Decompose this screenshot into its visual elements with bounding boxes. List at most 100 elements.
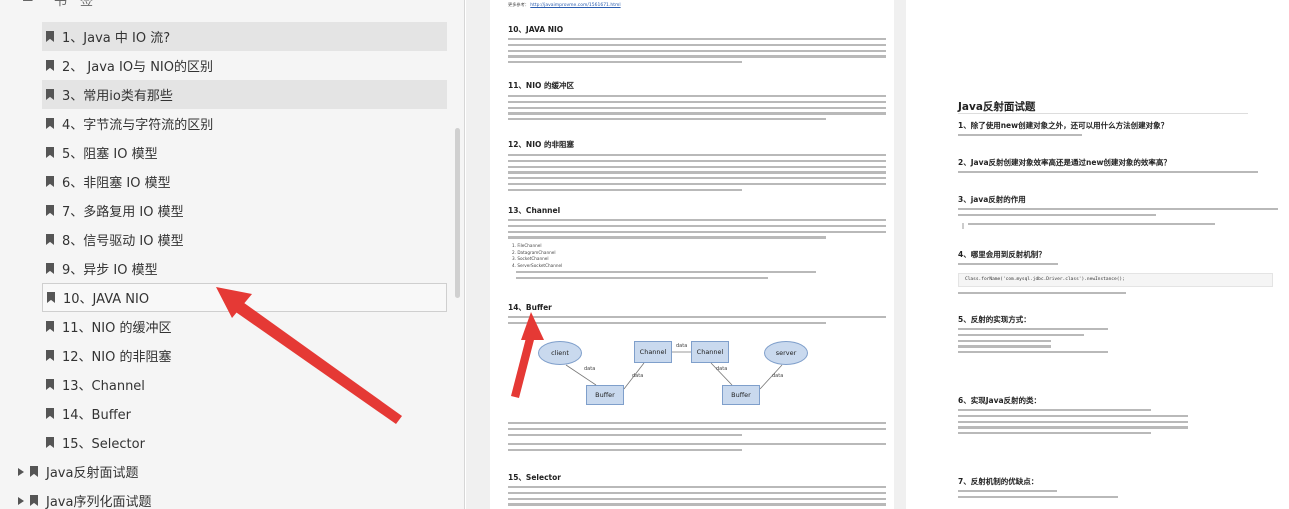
- bookmark-label: 10、JAVA NIO: [63, 292, 150, 307]
- answer-4: [958, 263, 1058, 269]
- answer-3: [958, 208, 1278, 220]
- reference-line: 更多参考： http://javaimprovme.com/1561671.ht…: [508, 2, 621, 10]
- bookmark-label: 12、NIO 的非阻塞: [62, 350, 172, 365]
- diagram-label-data: data: [584, 366, 596, 372]
- bookmark-label: 9、异步 IO 模型: [62, 263, 158, 278]
- bookmark-item[interactable]: 15、Selector: [42, 428, 447, 457]
- heading-java-nio: 10、JAVA NIO: [508, 25, 564, 34]
- heading-nio-buffer-section: 11、NIO 的缓冲区: [508, 81, 574, 90]
- question-7: 7、反射机制的优缺点：: [958, 477, 1039, 486]
- reference-link[interactable]: http://javaimprovme.com/1561671.html: [530, 3, 620, 8]
- bookmark-icon: [30, 466, 38, 477]
- bookmark-group[interactable]: Java反射面试题: [14, 457, 447, 486]
- expand-caret-icon[interactable]: [18, 496, 24, 505]
- bookmark-icon: [46, 379, 54, 390]
- bookmark-item[interactable]: 13、Channel: [42, 370, 447, 399]
- diagram-label-data: data: [772, 373, 784, 379]
- answer-4-detail: [958, 292, 1158, 298]
- bookmark-label: 11、NIO 的缓冲区: [62, 321, 172, 336]
- question-4: 4、哪里会用到反射机制？: [958, 250, 1046, 259]
- bookmark-icon: [46, 176, 54, 187]
- diagram-label-data: data: [676, 343, 688, 349]
- bookmark-item[interactable]: 2、 Java IO与 NIO的区别: [42, 51, 447, 80]
- question-1: 1、除了使用new创建对象之外，还可以用什么方法创建对象？: [958, 121, 1169, 130]
- paragraph-buffer-types: [508, 443, 886, 455]
- nio-buffer-diagram: client Channel Channel server Buffer Buf…: [536, 333, 816, 413]
- pdf-page-2: Java反射面试题 1、除了使用new创建对象之外，还可以用什么方法创建对象？ …: [906, 0, 1289, 509]
- bookmark-label: 8、信号驱动 IO 模型: [62, 234, 184, 249]
- bookmark-icon: [46, 60, 54, 71]
- bookmark-item[interactable]: 10、JAVA NIO: [42, 283, 447, 312]
- bookmark-label: 6、非阻塞 IO 模型: [62, 176, 171, 191]
- answer-3-quote: [962, 223, 1262, 229]
- bookmark-label: 5、阻塞 IO 模型: [62, 147, 158, 162]
- code-block: Class.forName('com.mysql.jdbc.Driver.cla…: [958, 273, 1273, 287]
- bookmarks-header-label-1: 书: [54, 0, 68, 9]
- bookmark-item[interactable]: 7、多路复用 IO 模型: [42, 196, 447, 225]
- paragraph-buffer-detail: [508, 422, 886, 439]
- title-divider: [958, 113, 1248, 114]
- bookmark-icon: [46, 31, 54, 42]
- paragraph-selector: [508, 486, 886, 509]
- bookmark-label: 2、 Java IO与 NIO的区别: [62, 60, 213, 75]
- heading-channel: 13、Channel: [508, 206, 561, 215]
- bookmark-label: Java反射面试题: [46, 466, 139, 481]
- question-2: 2、Java反射创建对象效率高还是通过new创建对象的效率高？: [958, 158, 1171, 167]
- paragraph-nio-buffer: [508, 95, 886, 124]
- paragraph-channel: [508, 219, 886, 242]
- bookmark-icon: [46, 147, 54, 158]
- heading-nio-nonblocking: 12、NIO 的非阻塞: [508, 140, 574, 149]
- bookmark-item[interactable]: 4、字节流与字符流的区别: [42, 109, 447, 138]
- heading-selector: 15、Selector: [508, 473, 561, 482]
- bookmark-icon: [46, 408, 54, 419]
- bookmark-icon: [46, 437, 54, 448]
- answer-5: [958, 328, 1108, 357]
- question-6: 6、实现Java反射的类：: [958, 396, 1042, 405]
- paragraph-java-nio: [508, 38, 886, 67]
- answer-6: [958, 409, 1188, 438]
- diagram-label-data: data: [716, 366, 728, 372]
- bookmarks-panel: ☰ 书 签 1、Java 中 IO 流? 2、 Java IO与 NIO的区别 3、…: [0, 0, 465, 509]
- bookmark-label: 7、多路复用 IO 模型: [62, 205, 184, 220]
- bookmark-icon: [46, 321, 54, 332]
- paragraph-buffer: [508, 316, 886, 328]
- bookmark-icon: [46, 118, 54, 129]
- bookmark-item[interactable]: 3、常用io类有那些: [42, 80, 447, 109]
- answer-7: [958, 490, 1118, 502]
- diagram-label-data: data: [632, 373, 644, 379]
- paragraph-channel-note: [516, 271, 816, 283]
- expand-caret-icon[interactable]: [18, 467, 24, 476]
- bookmark-group[interactable]: Java序列化面试题: [14, 486, 447, 509]
- bookmark-item[interactable]: 1、Java 中 IO 流?: [42, 22, 447, 51]
- bookmark-icon: [47, 292, 55, 303]
- menu-icon[interactable]: ☰: [22, 0, 34, 5]
- answer-2: [958, 171, 1258, 177]
- bookmark-item[interactable]: 14、Buffer: [42, 399, 447, 428]
- question-3: 3、java反射的作用: [958, 195, 1026, 204]
- bookmark-icon: [46, 234, 54, 245]
- bookmark-label: 4、字节流与字符流的区别: [62, 118, 214, 133]
- channel-list: 1. FileChannel 2. DatagramChannel 3. Soc…: [512, 243, 562, 269]
- bookmark-item[interactable]: 8、信号驱动 IO 模型: [42, 225, 447, 254]
- bookmark-item[interactable]: 12、NIO 的非阻塞: [42, 341, 447, 370]
- question-5: 5、反射的实现方式：: [958, 315, 1031, 324]
- channel-list-item: 4. ServerSocketChannel: [512, 262, 563, 268]
- bookmarks-header: ☰ 书 签: [0, 0, 464, 9]
- bookmark-label: 1、Java 中 IO 流?: [62, 31, 171, 46]
- bookmark-icon: [46, 350, 54, 361]
- heading-buffer: 14、Buffer: [508, 303, 552, 312]
- sidebar-scrollbar[interactable]: [455, 128, 460, 298]
- answer-1: [958, 134, 1158, 140]
- bookmarks-header-label-2: 签: [80, 0, 94, 9]
- bookmark-label: 15、Selector: [62, 437, 145, 452]
- pdf-page-1: 更多参考： http://javaimprovme.com/1561671.ht…: [490, 0, 894, 509]
- bookmark-item[interactable]: 11、NIO 的缓冲区: [42, 312, 447, 341]
- bookmark-label: 3、常用io类有那些: [62, 89, 173, 104]
- bookmark-item[interactable]: 9、异步 IO 模型: [42, 254, 447, 283]
- bookmark-label: 13、Channel: [62, 379, 145, 394]
- bookmark-item[interactable]: 5、阻塞 IO 模型: [42, 138, 447, 167]
- bookmark-label: 14、Buffer: [62, 408, 131, 423]
- bookmark-icon: [46, 89, 54, 100]
- bookmark-item[interactable]: 6、非阻塞 IO 模型: [42, 167, 447, 196]
- bookmark-icon: [46, 263, 54, 274]
